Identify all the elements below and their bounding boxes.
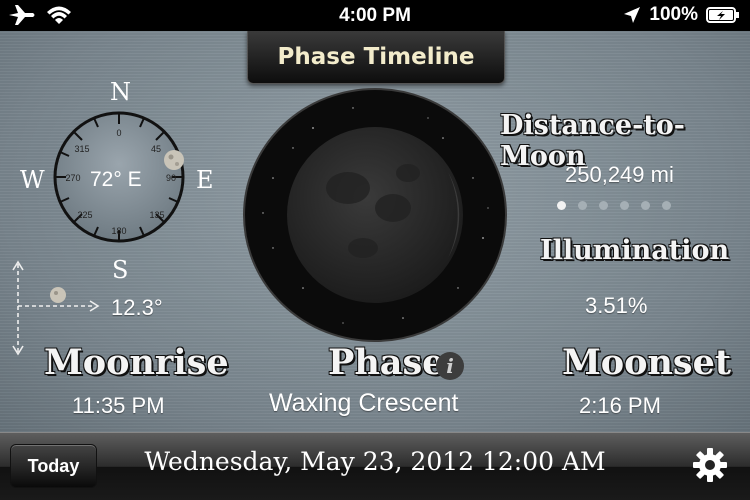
compass-west-label: W (20, 166, 45, 194)
phase-label: Phase (328, 342, 445, 383)
compass-north-label: N (110, 78, 131, 106)
moon-phase-image[interactable] (243, 88, 507, 342)
today-button[interactable]: Today (10, 444, 97, 488)
page-dot[interactable] (641, 201, 650, 210)
compass-tick-0: 0 (116, 128, 121, 138)
compass-east-label: E (196, 166, 214, 194)
location-arrow-icon (623, 6, 641, 24)
compass-tick-180: 180 (111, 226, 126, 236)
page-dot[interactable] (578, 201, 587, 210)
status-bar: 4:00 PM 100% (0, 0, 750, 31)
compass-tick-270: 270 (65, 173, 80, 183)
compass-tick-315: 315 (74, 144, 89, 154)
compass-tick-45: 45 (151, 144, 161, 154)
moonset-label: Moonset (562, 342, 732, 383)
phase-value: Waxing Crescent (269, 389, 459, 417)
altitude-moon-icon (50, 287, 66, 303)
battery-charging-icon (706, 6, 740, 24)
illumination-label: Illumination (540, 235, 730, 266)
page-dot[interactable] (662, 201, 671, 210)
compass-tick-135: 135 (149, 210, 164, 220)
battery-percent: 100% (649, 4, 698, 25)
azimuth-value: 72° E (90, 168, 142, 191)
compass-tick-225: 225 (77, 210, 92, 220)
compass-tick-90: 90 (166, 173, 176, 183)
moonset-time: 2:16 PM (579, 393, 661, 418)
moonrise-time: 11:35 PM (72, 393, 165, 418)
compass-moon-icon (164, 150, 184, 170)
page-dot[interactable] (620, 201, 629, 210)
selected-datetime[interactable]: Wednesday, May 23, 2012 12:00 AM (110, 447, 640, 476)
page-dot[interactable] (557, 201, 566, 210)
page-dot[interactable] (599, 201, 608, 210)
page-indicator[interactable] (557, 201, 671, 210)
info-icon[interactable]: i (436, 352, 464, 380)
gear-icon[interactable] (692, 447, 728, 483)
altitude-value: 12.3° (111, 295, 163, 320)
compass-south-label: S (112, 256, 129, 284)
moonrise-label: Moonrise (44, 342, 229, 383)
phase-timeline-button[interactable]: Phase Timeline (247, 31, 505, 84)
illumination-value: 3.51% (585, 293, 648, 318)
distance-value: 250,249 mi (565, 162, 674, 187)
